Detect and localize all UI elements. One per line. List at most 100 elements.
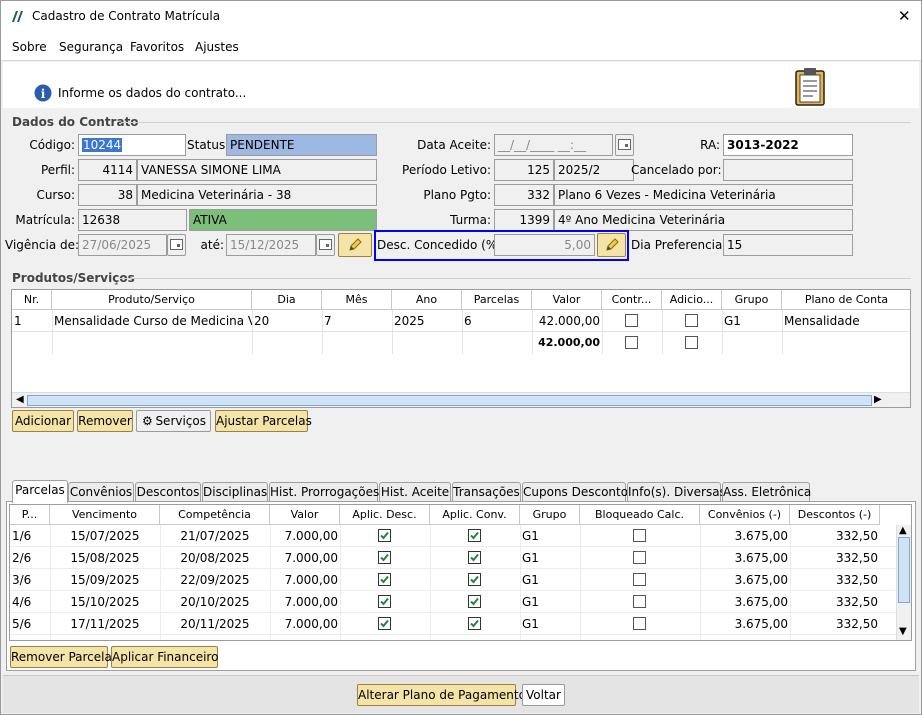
tab-infos-diversas[interactable]: Info(s). Diversas <box>627 482 726 502</box>
adicio-checkbox[interactable] <box>685 314 698 327</box>
cancelado-label: Cancelado por: <box>631 163 722 177</box>
col-header[interactable]: Valor <box>532 290 602 310</box>
scroll-thumb[interactable] <box>898 537 910 603</box>
menu-favoritos[interactable]: Favoritos <box>130 40 184 54</box>
aplic-desc-checkbox[interactable] <box>378 617 391 630</box>
edit-desc-button[interactable] <box>597 233 626 257</box>
scroll-right-icon[interactable]: ▶ <box>874 394 882 405</box>
contract-window: Cadastro de Contrato Matrícula ✕ Sobre S… <box>0 0 922 715</box>
scroll-down-icon[interactable]: ▼ <box>899 626 907 637</box>
col-header[interactable]: Mês <box>322 290 392 310</box>
bloqueado-checkbox[interactable] <box>633 529 646 542</box>
parcela-row[interactable]: 1/6 15/07/2025 21/07/2025 7.000,00 G1 3.675,0… <box>10 525 896 547</box>
menu-ajustes[interactable]: Ajustes <box>195 40 239 54</box>
col-header[interactable]: Descontos (-) <box>790 505 880 525</box>
col-header[interactable]: Valor <box>270 505 340 525</box>
aplic-conv-checkbox[interactable] <box>468 573 481 586</box>
col-header[interactable]: Adicio... <box>662 290 722 310</box>
bloqueado-checkbox[interactable] <box>633 573 646 586</box>
status-label: Status: <box>187 138 230 152</box>
remover-button[interactable]: Remover <box>77 410 133 432</box>
aplic-conv-checkbox[interactable] <box>468 595 481 608</box>
alterar-plano-button[interactable]: Alterar Plano de Pagamento <box>357 684 526 706</box>
ra-field[interactable]: 3013-2022 <box>723 134 853 156</box>
turma-field: 4º Ano Medicina Veterinária <box>554 209 853 231</box>
adicionar-button[interactable]: Adicionar <box>12 410 74 432</box>
horizontal-scrollbar[interactable]: ◀ ▶ <box>12 392 910 407</box>
col-header[interactable]: Aplic. Conv. <box>430 505 520 525</box>
scroll-up-icon[interactable]: ▲ <box>899 525 907 536</box>
col-header[interactable]: Produto/Serviço <box>52 290 252 310</box>
close-icon[interactable]: ✕ <box>898 7 911 25</box>
codigo-field[interactable]: 10244 <box>78 134 186 156</box>
aplic-desc-checkbox[interactable] <box>378 573 391 586</box>
vigencia-de-calendar-button[interactable] <box>167 234 186 256</box>
col-header[interactable]: Dia <box>252 290 322 310</box>
col-header[interactable]: Contr... <box>602 290 662 310</box>
aplicar-financeiro-button[interactable]: Aplicar Financeiro <box>111 646 218 668</box>
aplic-conv-checkbox[interactable] <box>468 529 481 542</box>
col-header[interactable]: Convênios (-) <box>700 505 790 525</box>
edit-vigencia-button[interactable] <box>338 233 372 257</box>
scroll-left-icon[interactable]: ◀ <box>16 394 24 405</box>
tab-transacoes[interactable]: Transações <box>452 482 521 502</box>
col-header[interactable]: Parcelas <box>462 290 532 310</box>
ra-label: RA: <box>700 138 720 152</box>
desc-field[interactable]: 5,00 <box>494 234 595 256</box>
col-header[interactable]: Nr. <box>12 290 52 310</box>
parcela-row[interactable]: 3/6 15/09/2025 22/09/2025 7.000,00 G1 3.675,0… <box>10 569 896 591</box>
tab-hist-aceite[interactable]: Hist. Aceite <box>379 482 451 502</box>
cell: 20/11/2025 <box>180 617 250 631</box>
vertical-scrollbar[interactable]: ▲ ▼ <box>896 525 911 640</box>
tab-descontos[interactable]: Descontos <box>135 482 201 502</box>
voltar-button[interactable]: Voltar <box>522 684 565 706</box>
cell: 20/10/2025 <box>180 595 250 609</box>
aplic-conv-checkbox[interactable] <box>468 617 481 630</box>
produtos-table: Nr. Produto/Serviço Dia Mês Ano Parcelas… <box>11 289 911 408</box>
tab-disciplinas[interactable]: Disciplinas <box>202 482 268 502</box>
scroll-thumb[interactable] <box>27 395 872 406</box>
parcela-row[interactable]: 5/6 17/11/2025 20/11/2025 7.000,00 G1 3.675,0… <box>10 613 896 635</box>
contr-checkbox[interactable] <box>625 314 638 327</box>
col-header[interactable]: Ano <box>392 290 462 310</box>
bloqueado-checkbox[interactable] <box>633 617 646 630</box>
servicos-button[interactable]: ⚙ Serviços <box>136 410 211 432</box>
col-header[interactable]: Vencimento <box>50 505 160 525</box>
bloqueado-checkbox[interactable] <box>633 595 646 608</box>
app-logo-icon <box>12 11 23 22</box>
parcela-row[interactable]: 4/6 15/10/2025 20/10/2025 7.000,00 G1 3.675,0… <box>10 591 896 613</box>
menu-sobre[interactable]: Sobre <box>12 40 47 54</box>
tab-parcelas[interactable]: Parcelas <box>12 480 68 503</box>
total-contr-checkbox[interactable] <box>625 336 638 349</box>
calendar-button[interactable] <box>615 134 634 156</box>
cell: 20/08/2025 <box>180 551 250 565</box>
aplic-desc-checkbox[interactable] <box>378 595 391 608</box>
col-header[interactable]: Grupo <box>722 290 782 310</box>
tab-hist-prorrogacoes[interactable]: Hist. Prorrogações <box>269 482 379 502</box>
parcela-row[interactable]: 2/6 15/08/2025 20/08/2025 7.000,00 G1 3.675,0… <box>10 547 896 569</box>
col-header[interactable]: Aplic. Desc. <box>340 505 430 525</box>
col-header[interactable]: Grupo <box>520 505 580 525</box>
codigo-label: Código: <box>29 138 75 152</box>
aplic-desc-checkbox[interactable] <box>378 551 391 564</box>
aplic-desc-checkbox[interactable] <box>378 529 391 542</box>
ajustar-parcelas-button[interactable]: Ajustar Parcelas <box>215 410 312 432</box>
data-aceite-field[interactable]: __/__/____ __:__ <box>494 134 613 156</box>
total-adicio-checkbox[interactable] <box>685 336 698 349</box>
aplic-conv-checkbox[interactable] <box>468 551 481 564</box>
tab-convenios[interactable]: Convênios <box>68 482 134 502</box>
tab-cupons-desconto[interactable]: Cupons Desconto <box>522 482 628 502</box>
col-header[interactable]: P... <box>10 505 50 525</box>
remover-parcela-button[interactable]: Remover Parcela <box>10 646 112 668</box>
menu-seguranca[interactable]: Segurança <box>59 40 123 54</box>
tab-ass-eletronica[interactable]: Ass. Eletrônica <box>722 482 811 502</box>
ate-calendar-button[interactable] <box>316 234 335 256</box>
vigencia-de-field[interactable]: 27/06/2025 <box>78 234 167 256</box>
ate-field[interactable]: 15/12/2025 <box>226 234 316 256</box>
col-header[interactable]: Bloqueado Calc. <box>580 505 700 525</box>
cell: 4/6 <box>12 595 32 609</box>
col-header[interactable]: Competência <box>160 505 270 525</box>
col-header[interactable]: Plano de Conta <box>782 290 910 310</box>
bloqueado-checkbox[interactable] <box>633 551 646 564</box>
cell: 7.000,00 <box>284 529 338 543</box>
